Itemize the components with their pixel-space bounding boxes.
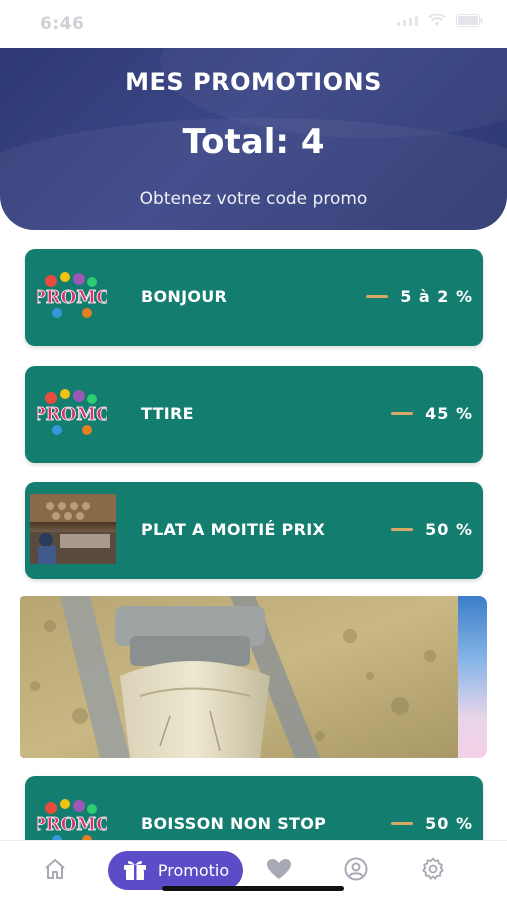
heart-icon [266,858,292,884]
promo-value: 50 % [425,814,473,833]
promo-dash-decoration [391,822,414,825]
promo-value: 5 à 2 % [400,287,473,306]
promo-banner-image[interactable] [20,596,460,758]
svg-text:PROMO: PROMO [37,404,107,425]
nav-promotions-label: Promotio [157,861,230,880]
promo-photo [30,494,116,564]
page-title: MES PROMOTIONS [125,68,382,96]
promo-value: 50 % [425,520,473,539]
gear-icon [421,857,445,885]
nav-profile[interactable] [339,851,373,891]
nav-home[interactable] [38,851,72,891]
banner-next-image[interactable] [458,596,487,758]
status-icons [397,14,483,27]
status-time: 6:46 [40,14,85,34]
promo-card-plat-a-moitie-prix[interactable]: PLAT A MOITIÉ PRIX 50 % [25,482,483,579]
home-icon [43,858,67,884]
promo-logo-icon: PROMO [37,382,107,446]
promo-logo-icon: PROMO [37,265,107,329]
nav-settings[interactable] [416,851,450,891]
user-circle-icon [344,857,368,885]
signal-icon [397,15,418,26]
svg-text:PROMO: PROMO [37,287,107,308]
promo-name: TTIRE [141,404,194,423]
nav-promotions[interactable]: Promotio [108,851,243,890]
status-bar: 6:46 [0,0,507,48]
promo-dash-decoration [366,295,389,298]
promo-value-group: 50 % [391,520,473,539]
promo-name: PLAT A MOITIÉ PRIX [141,520,326,539]
promo-value-group: 50 % [391,814,473,833]
promo-value-group: 45 % [391,404,473,423]
bottom-navigation: Promotio [0,840,507,900]
gift-icon [122,857,148,885]
wifi-icon [428,14,446,27]
promo-card-bonjour[interactable]: PROMO BONJOUR 5 à 2 % [25,249,483,346]
home-indicator [162,886,344,891]
promo-dash-decoration [391,528,414,531]
promo-name: BONJOUR [141,287,228,306]
promo-value-group: 5 à 2 % [366,287,473,306]
promo-total: Total: 4 [182,122,325,162]
nav-favorites[interactable] [262,851,296,891]
promotions-header: MES PROMOTIONS Total: 4 Obtenez votre co… [0,48,507,230]
promo-dash-decoration [391,412,414,415]
promo-value: 45 % [425,404,473,423]
page-subtitle: Obtenez votre code promo [139,189,368,209]
promo-card-ttire[interactable]: PROMO TTIRE 45 % [25,366,483,463]
svg-text:PROMO: PROMO [37,814,107,835]
battery-icon [456,14,483,27]
promo-name: BOISSON NON STOP [141,814,327,833]
